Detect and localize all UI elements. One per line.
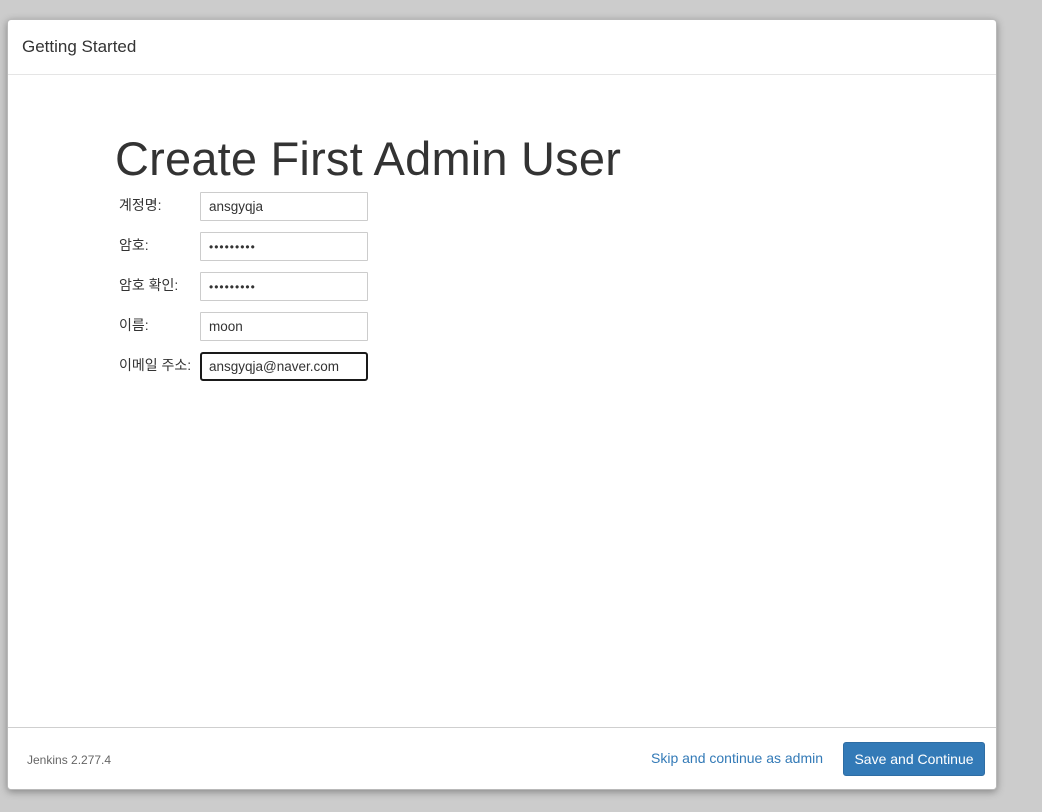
save-and-continue-button[interactable]: Save and Continue [843, 742, 985, 776]
form-row-password-confirm: 암호 확인: [119, 272, 519, 302]
fullname-label: 이름: [119, 317, 149, 333]
form-row-fullname: 이름: [119, 312, 519, 342]
password-label: 암호: [119, 237, 149, 253]
password-confirm-label: 암호 확인: [119, 277, 179, 293]
password-field[interactable] [200, 232, 368, 261]
form-row-email: 이메일 주소: [119, 352, 519, 382]
skip-and-continue-link[interactable]: Skip and continue as admin [651, 750, 823, 766]
username-label: 계정명: [119, 197, 162, 213]
setup-dialog: Getting Started Create First Admin User … [7, 19, 997, 790]
page-title: Create First Admin User [115, 132, 622, 185]
version-label: Jenkins 2.277.4 [27, 753, 112, 767]
dialog-title: Getting Started [22, 37, 137, 56]
dialog-footer: Jenkins 2.277.4 Skip and continue as adm… [8, 727, 996, 789]
form-row-password: 암호: [119, 232, 519, 262]
form-row-username: 계정명: [119, 192, 519, 222]
fullname-field[interactable] [200, 312, 368, 341]
username-field[interactable] [200, 192, 368, 221]
email-label: 이메일 주소: [119, 357, 192, 373]
password-confirm-field[interactable] [200, 272, 368, 301]
dialog-header: Getting Started [8, 20, 996, 75]
email-field[interactable] [200, 352, 368, 381]
